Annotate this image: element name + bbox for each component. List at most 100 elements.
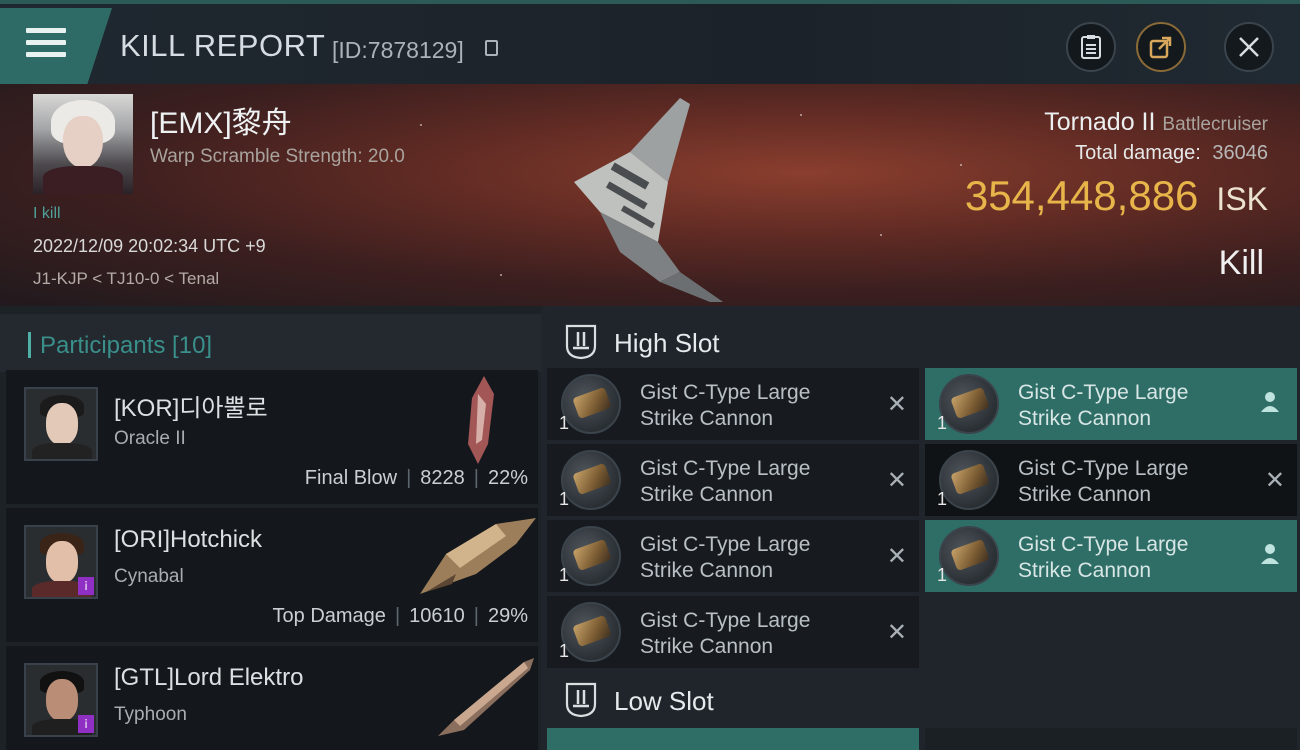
participant-name: [ORI]Hotchick <box>114 526 263 553</box>
destroyed-icon: ✕ <box>886 619 907 646</box>
share-icon <box>1149 36 1172 59</box>
kill-location[interactable]: J1-KJP < TJ10-0 < Tenal <box>33 269 219 289</box>
destroyed-icon: ✕ <box>886 543 907 570</box>
victim-avatar[interactable] <box>33 94 133 194</box>
cannon-icon <box>939 374 999 434</box>
low-module-item[interactable] <box>925 728 1297 750</box>
participant-stats: Final Blow | 8228 | 22% <box>304 467 528 489</box>
module-item[interactable]: 1 Gist C-Type Large Strike Cannon ✕ <box>547 444 919 516</box>
module-item[interactable]: 1 Gist C-Type Large Strike Cannon <box>925 368 1297 440</box>
close-icon <box>1239 37 1259 57</box>
kill-id: [ID:7878129] <box>332 37 464 63</box>
module-item[interactable]: 1 Gist C-Type Large Strike Cannon ✕ <box>547 520 919 592</box>
participants-header: Participants [10] <box>0 314 541 372</box>
module-qty: 1 <box>559 413 570 433</box>
participant-ship: Oracle II <box>114 428 186 449</box>
corp-badge-icon: ⅰ <box>78 577 94 595</box>
cannon-icon <box>561 374 621 434</box>
module-item[interactable]: 1 Gist C-Type Large Strike Cannon <box>925 520 1297 592</box>
victim-ship-image[interactable] <box>560 92 730 302</box>
ship-name[interactable]: Tornado II Battlecruiser <box>1044 108 1268 137</box>
participant-row[interactable]: [KOR]디아뿔로 Oracle II Final Blow | 8228 | 22% <box>6 370 538 504</box>
menu-button[interactable] <box>0 8 112 84</box>
cannon-icon <box>939 526 999 586</box>
kill-type: Kill <box>1218 244 1264 282</box>
cannon-icon <box>939 450 999 510</box>
participant-percent: 22% <box>487 467 528 489</box>
participant-damage: 10610 <box>409 605 465 627</box>
dropped-person-icon <box>1261 392 1279 412</box>
high-slot-label: High Slot <box>614 328 720 358</box>
module-name: Gist C-Type Large Strike Cannon <box>640 381 811 430</box>
participant-name: [GTL]Lord Elektro <box>114 664 304 691</box>
page-title: KILL REPORT <box>120 28 326 63</box>
isk-amount: 354,448,886 <box>964 172 1199 219</box>
kill-report-window: KILL REPORT [ID:7878129] [EMX]黎舟 Warp Sc… <box>0 0 1300 750</box>
cannon-icon <box>561 450 621 510</box>
participants-panel: Participants [10] [KOR]디아뿔로 Oracle II Fi… <box>0 306 541 750</box>
module-name: Gist C-Type Large Strike Cannon <box>640 457 811 506</box>
warp-scramble-text: Warp Scramble Strength: 20.0 <box>150 146 405 167</box>
participant-role: Final Blow <box>304 467 398 489</box>
isk-value: 354,448,886 ISK <box>965 172 1268 220</box>
participant-ship-image <box>438 658 534 736</box>
star <box>880 234 882 236</box>
participant-ship: Typhoon <box>114 704 187 725</box>
star <box>960 164 962 166</box>
ship-class: Battlecruiser <box>1162 114 1268 135</box>
participant-name: [KOR]디아뿔로 <box>114 395 268 422</box>
low-slot-label: Low Slot <box>614 686 714 716</box>
participant-avatar[interactable]: ⅰ <box>24 525 98 599</box>
module-item[interactable]: 1 Gist C-Type Large Strike Cannon ✕ <box>547 596 919 668</box>
module-item[interactable]: 1 Gist C-Type Large Strike Cannon ✕ <box>547 368 919 440</box>
participant-percent: 29% <box>487 605 528 627</box>
low-module-item[interactable] <box>547 728 919 750</box>
module-name: Gist C-Type Large Strike Cannon <box>640 533 811 582</box>
copy-icon[interactable] <box>485 40 498 56</box>
dropped-person-icon <box>1261 544 1279 564</box>
participant-avatar[interactable] <box>24 387 98 461</box>
star <box>420 124 422 126</box>
report-button[interactable] <box>1066 22 1116 72</box>
share-button[interactable] <box>1136 22 1186 72</box>
participant-avatar[interactable]: ⅰ <box>24 663 98 737</box>
low-slot-icon <box>565 682 597 718</box>
participant-ship-image <box>468 376 494 464</box>
destroyed-icon: ✕ <box>886 467 907 494</box>
cannon-icon <box>561 526 621 586</box>
ship-type: Tornado II <box>1044 108 1156 136</box>
participants-label: Participants [10] <box>40 332 213 359</box>
participant-role: Top Damage <box>272 605 386 627</box>
module-qty: 1 <box>937 565 948 585</box>
participant-row[interactable]: ⅰ [GTL]Lord Elektro Typhoon <box>6 646 538 750</box>
victim-kill-count: I kill <box>33 205 61 222</box>
participant-stats: Top Damage | 10610 | 29% <box>272 605 528 627</box>
module-qty: 1 <box>937 413 948 433</box>
module-item[interactable]: 1 Gist C-Type Large Strike Cannon ✕ <box>925 444 1297 516</box>
total-damage-label: Total damage: <box>1075 142 1201 164</box>
module-qty: 1 <box>937 489 948 509</box>
close-button[interactable] <box>1224 22 1274 72</box>
participant-row[interactable]: ⅰ [ORI]Hotchick Cynabal Top Damage | 10610… <box>6 508 538 642</box>
high-slot-icon <box>565 324 597 360</box>
module-qty: 1 <box>559 641 570 661</box>
low-slot-header: Low Slot <box>547 670 1300 730</box>
isk-unit: ISK <box>1216 181 1268 217</box>
cannon-icon <box>561 602 621 662</box>
clipboard-icon <box>1081 35 1101 59</box>
total-damage: Total damage: 36046 <box>1075 142 1268 165</box>
participant-damage: 8228 <box>420 467 465 489</box>
victim-name[interactable]: [EMX]黎舟 <box>150 98 292 142</box>
victim-banner: [EMX]黎舟 Warp Scramble Strength: 20.0 I k… <box>0 84 1300 306</box>
header-bar: KILL REPORT [ID:7878129] <box>0 0 1300 84</box>
module-qty: 1 <box>559 489 570 509</box>
hamburger-icon <box>26 28 66 62</box>
kill-timestamp: 2022/12/09 20:02:34 UTC +9 <box>33 236 266 256</box>
high-slot-header: High Slot <box>547 312 1300 372</box>
participant-ship: Cynabal <box>114 566 184 587</box>
slots-panel: High Slot 1 Gist C-Type Large Strike Cann… <box>541 306 1300 750</box>
star <box>800 114 802 116</box>
module-name: Gist C-Type Large Strike Cannon <box>1018 381 1189 430</box>
module-name: Gist C-Type Large Strike Cannon <box>1018 533 1189 582</box>
module-name: Gist C-Type Large Strike Cannon <box>640 609 811 658</box>
